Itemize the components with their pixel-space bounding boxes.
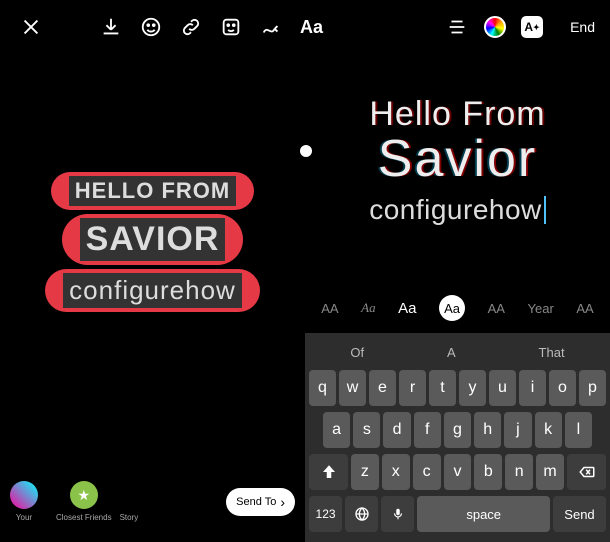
story-canvas[interactable]: HELLO FROM SAVIOR configurehow	[0, 170, 305, 314]
key-x[interactable]: x	[382, 454, 410, 490]
key-i[interactable]: i	[519, 370, 546, 406]
your-story-button[interactable]: Your	[10, 481, 38, 522]
key-y[interactable]: y	[459, 370, 486, 406]
font-selector: AA Aa Aa Aa AA Year AA	[305, 295, 610, 321]
key-shift[interactable]	[309, 454, 348, 490]
send-to-button[interactable]: Send To ›	[226, 488, 295, 516]
key-l[interactable]: l	[565, 412, 592, 448]
suggestion-2[interactable]: A	[447, 345, 456, 360]
text-line-1[interactable]: HELLO FROM	[51, 172, 254, 210]
link-icon[interactable]	[180, 15, 202, 39]
chevron-right-icon: ›	[280, 494, 285, 510]
color-picker-icon[interactable]	[484, 16, 506, 38]
text-line-3[interactable]: configurehow	[45, 269, 260, 312]
right-toolbar: A✦ End	[305, 15, 610, 39]
edge-handle[interactable]	[300, 145, 312, 157]
draw-icon[interactable]	[260, 15, 282, 39]
font-option-3[interactable]: Aa	[398, 300, 416, 317]
star-icon: ★	[70, 481, 98, 509]
key-j[interactable]: j	[504, 412, 531, 448]
suggestion-bar: Of A That	[309, 339, 606, 370]
key-t[interactable]: t	[429, 370, 456, 406]
keyboard-row-3: z x c v b n m	[309, 454, 606, 490]
key-globe[interactable]	[345, 496, 378, 532]
key-u[interactable]: u	[489, 370, 516, 406]
key-z[interactable]: z	[351, 454, 379, 490]
align-icon[interactable]	[445, 15, 469, 39]
font-option-1[interactable]: AA	[321, 301, 338, 316]
key-mic[interactable]	[381, 496, 414, 532]
keyboard-row-4: 123 space Send	[309, 496, 606, 532]
text-edit-panel: A✦ End Hello From Savior configurehow AA…	[305, 0, 610, 542]
suggestion-1[interactable]: Of	[350, 345, 364, 360]
key-r[interactable]: r	[399, 370, 426, 406]
sticker-icon[interactable]	[220, 15, 242, 39]
key-s[interactable]: s	[353, 412, 380, 448]
key-numbers[interactable]: 123	[309, 496, 342, 532]
editor-line-3: configurehow	[369, 194, 546, 226]
close-friends-button[interactable]: ★ Closest Friends	[56, 481, 112, 522]
text-effect-button[interactable]: A✦	[521, 16, 543, 38]
done-button[interactable]: End	[570, 19, 595, 35]
keyboard-row-1: q w e r t y u i o p	[309, 370, 606, 406]
story-edit-panel: Aa HELLO FROM SAVIOR configurehow Your ★…	[0, 0, 305, 542]
key-o[interactable]: o	[549, 370, 576, 406]
avatar	[10, 481, 38, 509]
font-option-selected[interactable]: Aa	[439, 295, 465, 321]
key-p[interactable]: p	[579, 370, 606, 406]
key-send[interactable]: Send	[553, 496, 606, 532]
key-h[interactable]: h	[474, 412, 501, 448]
story-label: Story	[120, 481, 139, 522]
key-backspace[interactable]	[567, 454, 606, 490]
key-g[interactable]: g	[444, 412, 471, 448]
keyboard-row-2: a s d f g h j k l	[309, 412, 606, 448]
font-option-5[interactable]: Year	[528, 301, 554, 316]
key-n[interactable]: n	[505, 454, 533, 490]
font-option-6[interactable]: AA	[576, 301, 593, 316]
close-icon[interactable]	[20, 15, 42, 39]
key-d[interactable]: d	[383, 412, 410, 448]
key-a[interactable]: a	[323, 412, 350, 448]
key-f[interactable]: f	[414, 412, 441, 448]
key-q[interactable]: q	[309, 370, 336, 406]
keyboard: Of A That q w e r t y u i o p a s d f g …	[305, 333, 610, 542]
editor-line-2: Savior	[378, 129, 537, 189]
key-v[interactable]: v	[444, 454, 472, 490]
key-e[interactable]: e	[369, 370, 396, 406]
text-editor-canvas[interactable]: Hello From Savior configurehow	[305, 95, 610, 226]
key-space[interactable]: space	[417, 496, 550, 532]
bottom-bar: Your ★ Closest Friends Story Send To ›	[10, 481, 295, 522]
left-toolbar: Aa	[0, 15, 305, 39]
suggestion-3[interactable]: That	[539, 345, 565, 360]
key-w[interactable]: w	[339, 370, 366, 406]
download-icon[interactable]	[100, 15, 122, 39]
emoji-icon[interactable]	[140, 15, 162, 39]
text-cursor	[544, 196, 546, 224]
key-m[interactable]: m	[536, 454, 564, 490]
font-option-4[interactable]: AA	[488, 301, 505, 316]
key-c[interactable]: c	[413, 454, 441, 490]
key-b[interactable]: b	[474, 454, 502, 490]
key-k[interactable]: k	[535, 412, 562, 448]
font-option-2[interactable]: Aa	[361, 300, 375, 316]
text-line-2[interactable]: SAVIOR	[62, 214, 244, 265]
